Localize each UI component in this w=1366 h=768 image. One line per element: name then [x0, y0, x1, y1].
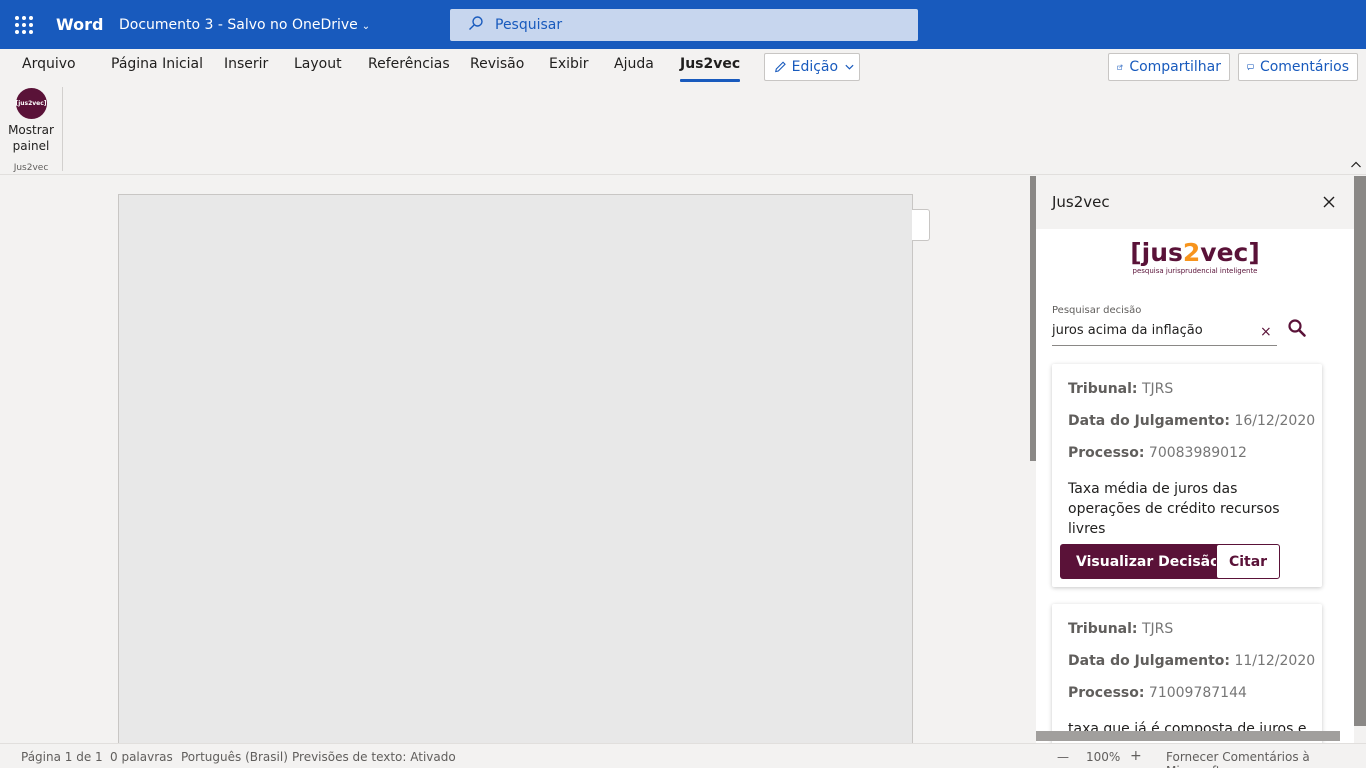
zoom-level[interactable]: 100%: [1086, 750, 1120, 764]
tribunal-label: Tribunal:: [1068, 381, 1138, 397]
result-summary: Taxa média de juros das operações de cré…: [1068, 481, 1280, 537]
tribunal-value: TJRS: [1141, 381, 1174, 397]
page-count[interactable]: Página 1 de 1: [21, 750, 103, 764]
editing-mode-button[interactable]: Edição: [764, 53, 860, 81]
document-page[interactable]: [118, 194, 913, 754]
search-box[interactable]: Pesquisar: [450, 9, 918, 41]
search-decision-input[interactable]: juros acima da inflação: [1052, 320, 1277, 346]
chevron-down-icon: [845, 64, 854, 70]
show-panel-button[interactable]: [jus2vec] Mostrar painel: [6, 88, 56, 154]
result-card: Tribunal: TJRS Data do Julgamento: 11/12…: [1052, 604, 1322, 743]
tab-exibir[interactable]: Exibir: [549, 56, 589, 72]
process-value: 71009787144: [1148, 685, 1247, 701]
jus2vec-brand-logo: [jus2vec] pesquisa jurisprudencial intel…: [1036, 239, 1354, 276]
tab-inserir[interactable]: Inserir: [224, 56, 268, 72]
result-date: Data do Julgamento: 16/12/2020: [1068, 413, 1315, 429]
ribbon: [jus2vec] Mostrar painel Jus2vec: [0, 85, 1366, 175]
zoom-in-button[interactable]: +: [1130, 748, 1142, 764]
status-bar: Página 1 de 1 0 palavras Português (Bras…: [0, 743, 1366, 768]
feedback-link[interactable]: Fornecer Comentários à Microsoft: [1166, 750, 1366, 768]
pane-horizontal-scrollbar[interactable]: [1036, 731, 1340, 741]
app-name[interactable]: Word: [56, 15, 103, 34]
show-panel-label-line1: Mostrar: [8, 123, 54, 137]
cite-button[interactable]: Citar: [1216, 544, 1280, 579]
tribunal-value: TJRS: [1141, 621, 1174, 637]
search-decision-label: Pesquisar decisão: [1052, 305, 1142, 316]
date-value: 11/12/2020: [1234, 653, 1316, 669]
pane-vertical-scrollbar[interactable]: [1354, 176, 1366, 726]
comments-label: Comentários: [1259, 59, 1349, 75]
comments-button[interactable]: Comentários: [1238, 53, 1358, 81]
word-count[interactable]: 0 palavras: [110, 750, 173, 764]
tab-referencias[interactable]: Referências: [368, 56, 450, 72]
text-predictions-status[interactable]: Previsões de texto: Ativado: [292, 750, 456, 764]
clear-search-icon[interactable]: ×: [1260, 324, 1272, 340]
page-side-tab: [912, 209, 930, 241]
result-tribunal: Tribunal: TJRS: [1068, 621, 1173, 637]
ribbon-group-label: Jus2vec: [13, 163, 49, 173]
date-label: Data do Julgamento:: [1068, 413, 1230, 429]
title-bar: Word Documento 3 - Salvo no OneDrive ⌄ Pe…: [0, 0, 1366, 49]
tab-jus2vec[interactable]: Jus2vec: [680, 56, 741, 82]
tribunal-label: Tribunal:: [1068, 621, 1138, 637]
language-status[interactable]: Português (Brasil): [181, 750, 288, 764]
result-date: Data do Julgamento: 11/12/2020: [1068, 653, 1315, 669]
close-icon[interactable]: [1322, 195, 1336, 209]
app-launcher-icon[interactable]: [15, 16, 33, 34]
process-value: 70083989012: [1148, 445, 1247, 461]
view-decision-button[interactable]: Visualizar Decisão: [1060, 544, 1236, 579]
pencil-icon: [775, 61, 786, 73]
collapse-ribbon-icon[interactable]: [1350, 159, 1362, 169]
search-placeholder: Pesquisar: [495, 17, 563, 33]
editing-mode-label: Edição: [791, 59, 839, 75]
result-tribunal: Tribunal: TJRS: [1068, 381, 1173, 397]
date-label: Data do Julgamento:: [1068, 653, 1230, 669]
ribbon-logo-text: [jus2vec]: [15, 99, 47, 107]
brand-tagline: pesquisa jurisprudencial inteligente: [1132, 267, 1258, 275]
show-panel-label-line2: painel: [12, 139, 50, 153]
chevron-down-icon: ⌄: [361, 21, 371, 32]
share-button[interactable]: Compartilhar: [1108, 53, 1230, 81]
tab-arquivo[interactable]: Arquivo: [22, 56, 76, 72]
brand-wordmark-right: vec]: [1200, 238, 1260, 267]
document-canvas[interactable]: [0, 176, 1030, 754]
process-label: Processo:: [1068, 685, 1145, 701]
result-process: Processo: 71009787144: [1068, 685, 1247, 701]
brand-wordmark-left: [jus: [1130, 238, 1183, 267]
zoom-out-button[interactable]: —: [1057, 750, 1069, 764]
pane-header: Jus2vec: [1036, 176, 1354, 229]
ribbon-tabs: Arquivo Página Inicial Inserir Layout Re…: [0, 49, 1366, 85]
process-label: Processo:: [1068, 445, 1145, 461]
ribbon-group-divider: [62, 87, 63, 171]
tab-layout[interactable]: Layout: [294, 56, 342, 72]
jus2vec-logo-icon: [jus2vec]: [15, 88, 47, 119]
pane-title: Jus2vec: [1052, 193, 1110, 211]
tab-pagina-inicial[interactable]: Página Inicial: [111, 56, 203, 72]
search-icon[interactable]: [1287, 318, 1307, 338]
tab-revisao[interactable]: Revisão: [470, 56, 524, 72]
date-value: 16/12/2020: [1234, 413, 1316, 429]
document-title-text: Documento 3 - Salvo no OneDrive: [119, 17, 358, 33]
result-card: Tribunal: TJRS Data do Julgamento: 16/12…: [1052, 364, 1322, 587]
brand-wordmark-mid: 2: [1182, 238, 1201, 267]
tab-ajuda[interactable]: Ajuda: [614, 56, 654, 72]
share-label: Compartilhar: [1129, 59, 1221, 75]
jus2vec-task-pane: Jus2vec [jus2vec] pesquisa jurisprudenci…: [1036, 176, 1354, 743]
comment-icon: [1247, 64, 1254, 71]
result-process: Processo: 70083989012: [1068, 445, 1247, 461]
share-icon: [1117, 64, 1123, 70]
brand-wordmark: [jus2vec]: [1036, 239, 1354, 267]
search-icon: [469, 16, 483, 30]
document-title[interactable]: Documento 3 - Salvo no OneDrive ⌄: [119, 17, 370, 33]
